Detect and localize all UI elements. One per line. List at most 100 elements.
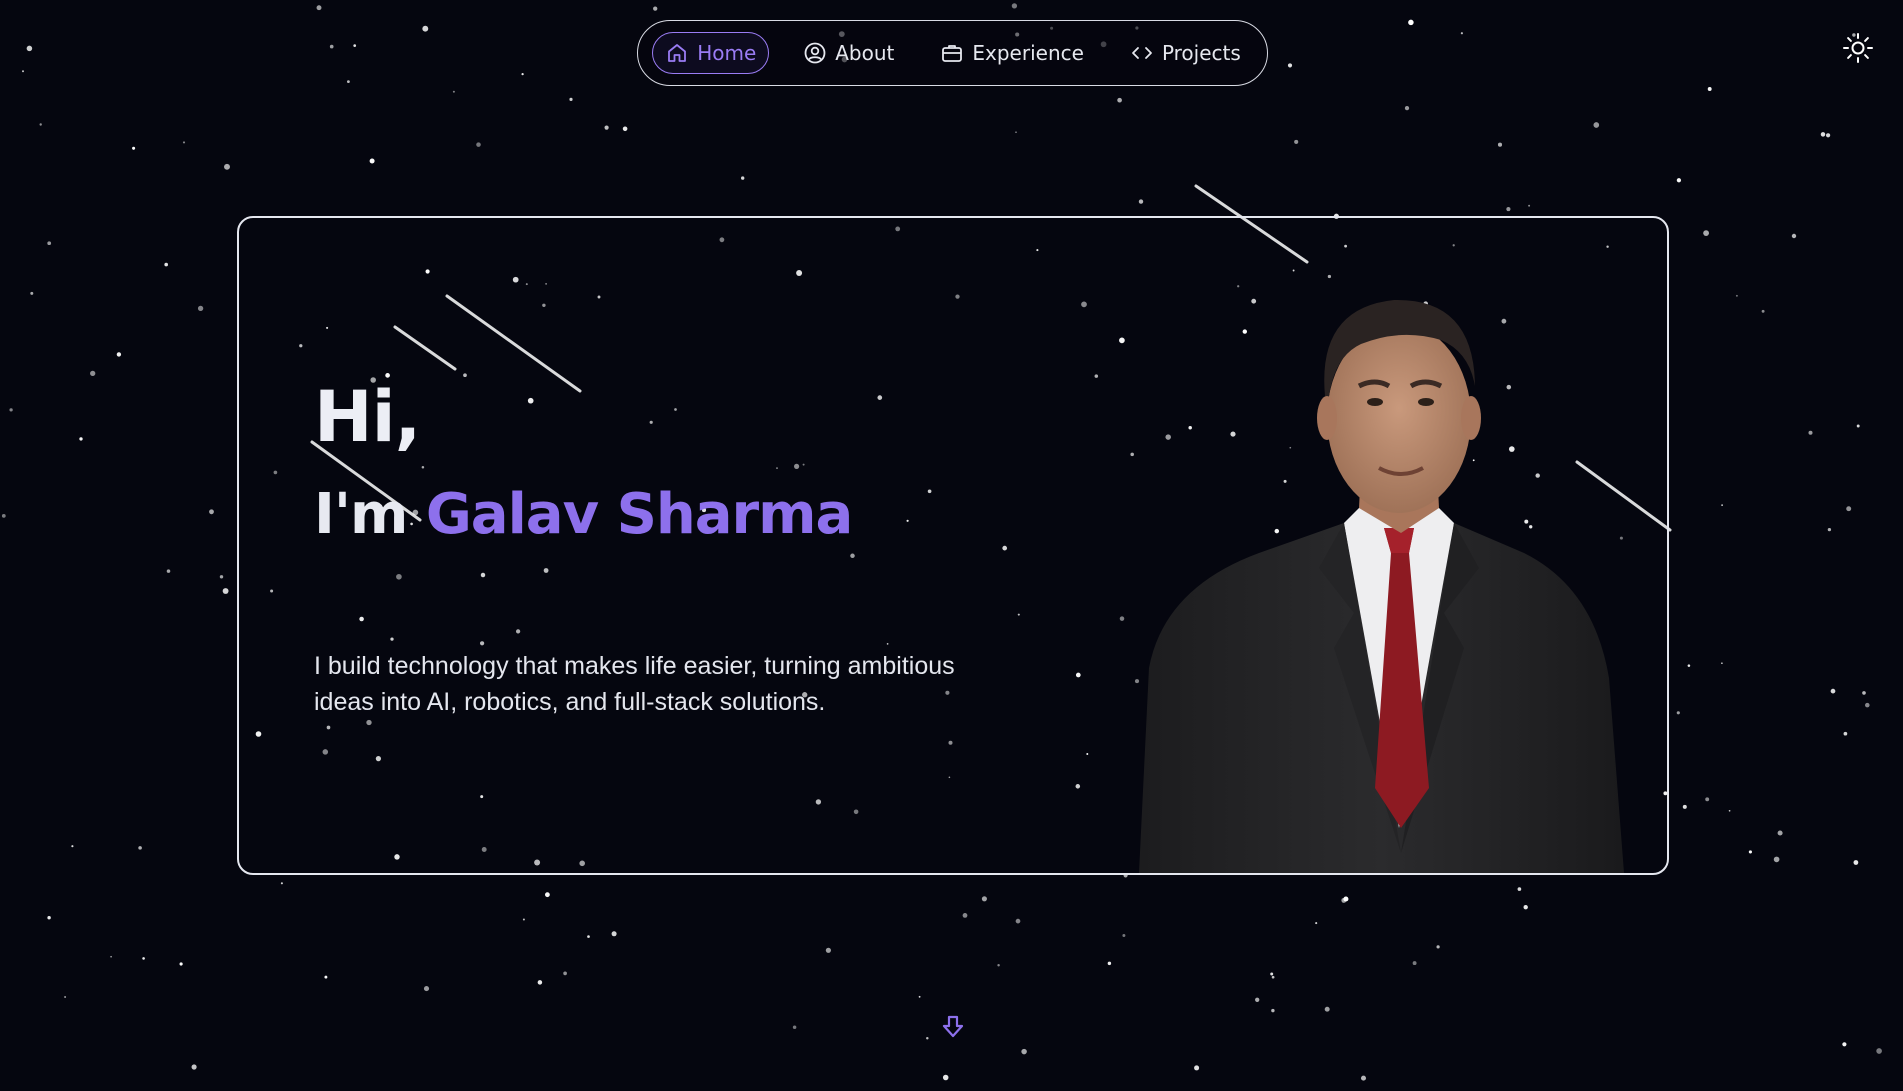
- star: [1, 514, 6, 518]
- star: [1517, 887, 1522, 891]
- star: [1117, 97, 1122, 103]
- nav-home[interactable]: Home: [652, 32, 770, 74]
- star: [1015, 918, 1021, 924]
- star: [1705, 797, 1710, 802]
- star: [1682, 804, 1687, 809]
- nav-experience-label: Experience: [972, 41, 1084, 65]
- star: [1876, 1048, 1882, 1054]
- star: [981, 896, 987, 902]
- star: [563, 971, 567, 976]
- star: [1460, 32, 1463, 35]
- star: [1011, 3, 1018, 9]
- star: [1270, 972, 1274, 976]
- star: [1687, 664, 1691, 667]
- star: [9, 408, 13, 412]
- star: [1676, 178, 1682, 183]
- star: [1721, 662, 1723, 665]
- star: [1791, 233, 1797, 239]
- star: [1735, 294, 1738, 297]
- star: [476, 142, 481, 147]
- hero-name: Galav Sharma: [425, 482, 853, 547]
- star: [622, 126, 628, 132]
- star: [1853, 860, 1859, 865]
- star: [64, 996, 67, 998]
- star: [1773, 856, 1780, 863]
- star: [224, 163, 230, 170]
- nav-projects-label: Projects: [1161, 41, 1241, 65]
- star: [653, 6, 658, 11]
- star: [1748, 850, 1752, 854]
- star: [1862, 691, 1866, 695]
- star: [741, 176, 745, 180]
- star: [792, 1025, 797, 1029]
- star: [222, 588, 229, 594]
- star: [219, 575, 224, 579]
- star: [1404, 105, 1410, 111]
- star: [79, 437, 83, 441]
- star: [347, 80, 350, 83]
- nav-about-label: About: [835, 41, 895, 65]
- star: [1827, 527, 1832, 532]
- star: [1808, 430, 1813, 435]
- arrow-down-icon: [941, 1015, 965, 1044]
- star: [324, 975, 328, 979]
- star: [1825, 133, 1831, 138]
- theme-toggle-button[interactable]: [1841, 31, 1875, 65]
- star: [132, 146, 136, 150]
- hero-card: Hi, I'm Galav Sharma I build technology …: [237, 216, 1669, 875]
- star: [423, 986, 430, 992]
- star: [1294, 139, 1299, 144]
- star: [316, 5, 322, 11]
- scroll-down-button[interactable]: [941, 1014, 965, 1040]
- star: [962, 913, 968, 918]
- star: [1122, 934, 1126, 937]
- star: [997, 964, 1000, 967]
- code-icon: [1130, 41, 1154, 65]
- star: [191, 1064, 197, 1070]
- star: [1523, 905, 1528, 910]
- star: [1287, 63, 1293, 68]
- star: [1497, 142, 1503, 147]
- star: [197, 305, 204, 312]
- nav-projects[interactable]: Projects: [1118, 32, 1253, 74]
- star: [1830, 688, 1836, 694]
- star: [47, 915, 51, 920]
- star: [1777, 830, 1783, 836]
- hero-tagline: I build technology that makes life easie…: [314, 652, 955, 716]
- star: [569, 97, 573, 101]
- star: [1138, 199, 1144, 204]
- star: [369, 158, 375, 164]
- nav-home-label: Home: [697, 41, 757, 65]
- star: [110, 955, 112, 958]
- star: [22, 70, 24, 73]
- star: [1843, 731, 1848, 736]
- user-circle-icon: [803, 41, 827, 65]
- star: [587, 935, 590, 938]
- nav-about[interactable]: About: [791, 32, 906, 74]
- star: [1528, 204, 1531, 207]
- star: [537, 980, 543, 985]
- star: [1436, 945, 1440, 949]
- star: [1728, 809, 1731, 812]
- hero-greeting: Hi,: [314, 376, 421, 458]
- star: [1846, 506, 1852, 512]
- star: [353, 44, 357, 47]
- home-icon: [665, 41, 689, 65]
- star: [1360, 1075, 1367, 1081]
- star: [1015, 131, 1017, 134]
- star: [926, 1036, 929, 1040]
- star: [918, 995, 921, 998]
- star: [422, 25, 429, 32]
- star: [1315, 922, 1318, 925]
- star: [1107, 961, 1112, 966]
- profile-portrait: [1139, 299, 1624, 873]
- star: [280, 882, 283, 885]
- star: [1676, 711, 1680, 715]
- star: [329, 44, 334, 49]
- star: [1506, 207, 1511, 212]
- top-navigation: Home About Experience Projects: [637, 20, 1268, 86]
- nav-experience[interactable]: Experience: [928, 32, 1096, 74]
- star: [1820, 132, 1826, 137]
- star: [825, 947, 832, 953]
- star: [71, 845, 74, 848]
